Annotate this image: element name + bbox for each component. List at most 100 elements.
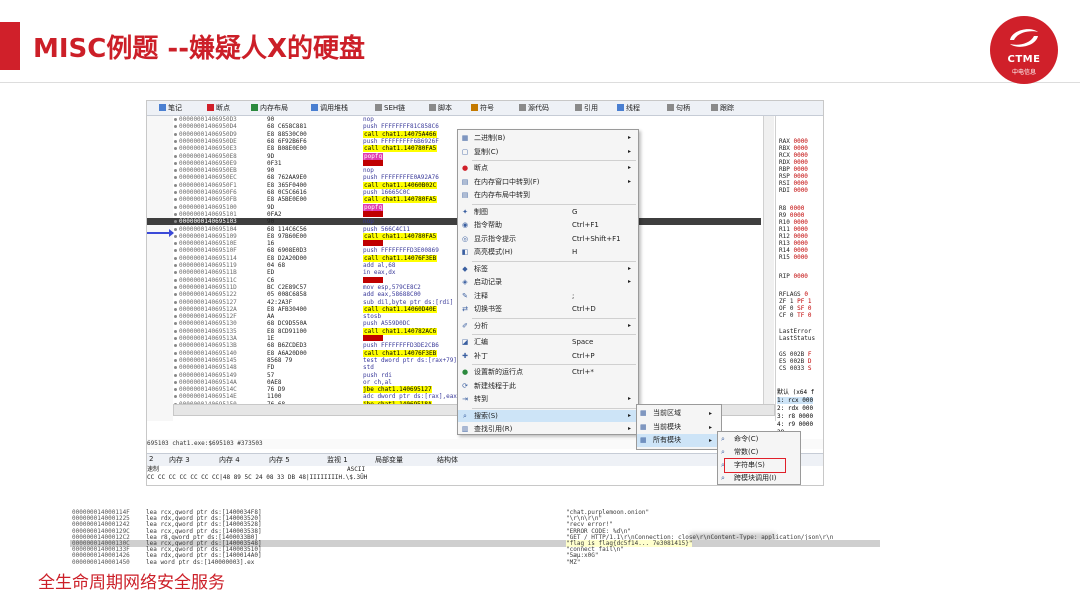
disasm-row[interactable]: 00000001406950EB 90 nop: [147, 167, 761, 174]
breakpoint-dot-icon[interactable]: [174, 242, 177, 246]
bottom-tab-1[interactable]: 内存 3: [169, 455, 190, 465]
breakpoint-dot-icon[interactable]: [174, 293, 177, 297]
all-modules-item-3[interactable]: ⌕ 跨模块调用(I): [718, 472, 800, 485]
breakpoint-dot-icon[interactable]: [174, 249, 177, 253]
disasm-row[interactable]: 00000001406950FB E8 A5BE0E00 call chat1.14…: [147, 196, 761, 204]
disasm-row[interactable]: 00000001406950DE 68 6F92B6F6 push FFFFFFFF…: [147, 138, 761, 145]
menu-item-10[interactable]: ◈ 启动记录 ▸: [458, 276, 638, 288]
disasm-row[interactable]: 0000000140695114 E8 D2A20D00 call chat1.14…: [147, 254, 761, 262]
disasm-row[interactable]: 000000014069512A E8 AFB30400 call chat1.14…: [147, 305, 761, 313]
breakpoint-dot-icon[interactable]: [174, 161, 177, 165]
disasm-row[interactable]: 000000014069511C C6: [147, 276, 761, 284]
breakpoint-dot-icon[interactable]: [174, 373, 177, 377]
disasm-row[interactable]: 000000014069510F 68 6908E0D3 push FFFFFFFF…: [147, 247, 761, 254]
breakpoint-dot-icon[interactable]: [174, 285, 177, 289]
disasm-row[interactable]: 000000014069514A 0AE8 or ch,al: [147, 379, 761, 386]
breakpoint-dot-icon[interactable]: [174, 183, 177, 187]
disasm-row[interactable]: 0000000140695130 68 DC9D550A push A559D0DC: [147, 320, 761, 327]
menu-item-1[interactable]: ▢ 复制(C) ▸: [458, 146, 638, 158]
breakpoint-dot-icon[interactable]: [174, 220, 177, 224]
tab-4[interactable]: SEH链: [375, 103, 405, 113]
breakpoint-dot-icon[interactable]: [174, 147, 177, 151]
disasm-row[interactable]: 00000001406950F6 68 0C5C6616 push 16665C0C: [147, 189, 761, 196]
breakpoint-dot-icon[interactable]: [174, 198, 177, 202]
disassembly-view[interactable]: 00000001406950D3 90 nop 00000001406950D4 68 …: [147, 116, 761, 421]
breakpoint-dot-icon[interactable]: [174, 212, 177, 216]
menu-item-7[interactable]: ◎ 显示指令提示 Ctrl+Shift+F1: [458, 233, 638, 245]
tab-7[interactable]: 源代码: [519, 103, 549, 113]
breakpoint-dot-icon[interactable]: [174, 234, 177, 238]
menu-item-12[interactable]: ⇄ 切换书签 Ctrl+D: [458, 303, 638, 315]
disasm-row[interactable]: 0000000140695127 42:2A3F sub dil,byte ptr …: [147, 299, 761, 306]
disasm-row[interactable]: 000000014069514E 1100 adc dword ptr ds:[ra…: [147, 393, 761, 400]
disasm-row[interactable]: 000000014069511B ED in eax,dx: [147, 269, 761, 276]
disasm-row[interactable]: 0000000140695140 E8 A6A20D00 call chat1.14…: [147, 349, 761, 357]
breakpoint-dot-icon[interactable]: [174, 337, 177, 340]
disasm-row[interactable]: 000000014069512F AA stosb: [147, 313, 761, 320]
tab-8[interactable]: 引用: [575, 103, 598, 113]
disasm-row[interactable]: 000000014069514C 76 D9 jbe chat1.140695127: [147, 386, 761, 394]
bottom-tab-5[interactable]: 局部变量: [375, 455, 403, 465]
menu-item-5[interactable]: ✦ 制图 G: [458, 206, 638, 218]
disasm-row[interactable]: 00000001406950E3 E8 B08E0E00 call chat1.14…: [147, 145, 761, 153]
menu-item-14[interactable]: ◪ 汇编 Space: [458, 336, 638, 348]
disasm-row[interactable]: 00000001406950D3 90 nop: [147, 116, 761, 123]
disasm-row[interactable]: 000000014069513A 1E: [147, 335, 761, 342]
menu-item-9[interactable]: ◆ 标签 ▸: [458, 263, 638, 275]
breakpoint-dot-icon[interactable]: [174, 132, 177, 136]
breakpoint-dot-icon[interactable]: [174, 329, 177, 333]
breakpoint-dot-icon[interactable]: [174, 300, 177, 304]
bottom-tab-3[interactable]: 内存 5: [269, 455, 290, 465]
search-submenu-item-0[interactable]: ▦ 当前区域 ▸: [637, 407, 721, 420]
breakpoint-dot-icon[interactable]: [174, 169, 177, 173]
menu-item-4[interactable]: ▤ 在内存布局中转到: [458, 189, 638, 201]
tab-6[interactable]: 符号: [471, 103, 494, 113]
tab-0[interactable]: 笔记: [159, 103, 182, 113]
menu-item-15[interactable]: ✚ 补丁 Ctrl+P: [458, 350, 638, 362]
menu-item-20[interactable]: ▥ 查找引用(R) ▸: [458, 423, 638, 435]
breakpoint-dot-icon[interactable]: [174, 176, 177, 180]
tab-3[interactable]: 调用堆栈: [311, 103, 348, 113]
string-ref-row[interactable]: 0000000140001450 lea word ptr ds:[1400000…: [70, 559, 880, 565]
breakpoint-dot-icon[interactable]: [174, 315, 177, 319]
menu-item-2[interactable]: ● 断点 ▸: [458, 162, 638, 174]
search-submenu-item-1[interactable]: ▦ 当前模块 ▸: [637, 421, 721, 434]
tab-5[interactable]: 脚本: [429, 103, 452, 113]
disasm-row[interactable]: 000000014069510E 16: [147, 240, 761, 247]
tab-2[interactable]: 内存布局: [251, 103, 288, 113]
breakpoint-dot-icon[interactable]: [174, 380, 177, 384]
menu-item-11[interactable]: ✎ 注释;: [458, 290, 638, 302]
breakpoint-dot-icon[interactable]: [174, 264, 177, 267]
menu-item-0[interactable]: ▦ 二进制(B) ▸: [458, 132, 638, 144]
tab-10[interactable]: 句柄: [667, 103, 690, 113]
menu-item-13[interactable]: ✐ 分析 ▸: [458, 320, 638, 332]
disasm-row[interactable]: 0000000140695149 57 push rdi: [147, 372, 761, 379]
search-submenu-item-2[interactable]: ▦ 所有模块 ▸: [637, 434, 721, 447]
breakpoint-dot-icon[interactable]: [174, 191, 177, 194]
menu-item-18[interactable]: ⇥ 转到 ▸: [458, 393, 638, 405]
disasm-row[interactable]: 0000000140695135 E8 8CD91100 call chat1.14…: [147, 327, 761, 335]
breakpoint-dot-icon[interactable]: [174, 351, 177, 355]
breakpoint-dot-icon[interactable]: [174, 256, 177, 260]
tab-11[interactable]: 跟踪: [711, 103, 734, 113]
breakpoint-dot-icon[interactable]: [174, 366, 177, 370]
disasm-row[interactable]: 00000001406950D4 68 C658C881 push FFFFFFFF…: [147, 123, 761, 130]
breakpoint-dot-icon[interactable]: [174, 154, 177, 158]
menu-item-19[interactable]: ⌕ 搜索(S) ▸: [458, 409, 638, 422]
disasm-row[interactable]: 00000001406950EC 68 762AA9E0 push FFFFFFFF…: [147, 174, 761, 181]
all-modules-item-0[interactable]: ⌕ 命令(C): [718, 433, 800, 446]
disasm-row[interactable]: 00000001406950E8 9D popfq: [147, 152, 761, 160]
disasm-row[interactable]: 0000000140695145 8568 79 test dword ptr ds…: [147, 357, 761, 364]
disasm-row[interactable]: 0000000140695122 05 008C6858 add eax,58688…: [147, 291, 761, 298]
disasm-row[interactable]: 0000000140695119 04 68 add al,68: [147, 262, 761, 269]
breakpoint-dot-icon[interactable]: [174, 118, 177, 121]
bottom-tab-2[interactable]: 内存 4: [219, 455, 240, 465]
breakpoint-dot-icon[interactable]: [174, 278, 177, 282]
breakpoint-dot-icon[interactable]: [174, 395, 177, 399]
menu-item-17[interactable]: ⟳ 新建线程于此: [458, 380, 638, 392]
breakpoint-dot-icon[interactable]: [174, 358, 177, 362]
disassembly-vertical-scrollbar[interactable]: [763, 116, 774, 416]
bottom-tab-6[interactable]: 结构体: [437, 455, 458, 465]
disasm-row[interactable]: 00000001406950E9 0F31: [147, 159, 761, 167]
disasm-row[interactable]: 0000000140695103 90 nop: [147, 218, 761, 226]
